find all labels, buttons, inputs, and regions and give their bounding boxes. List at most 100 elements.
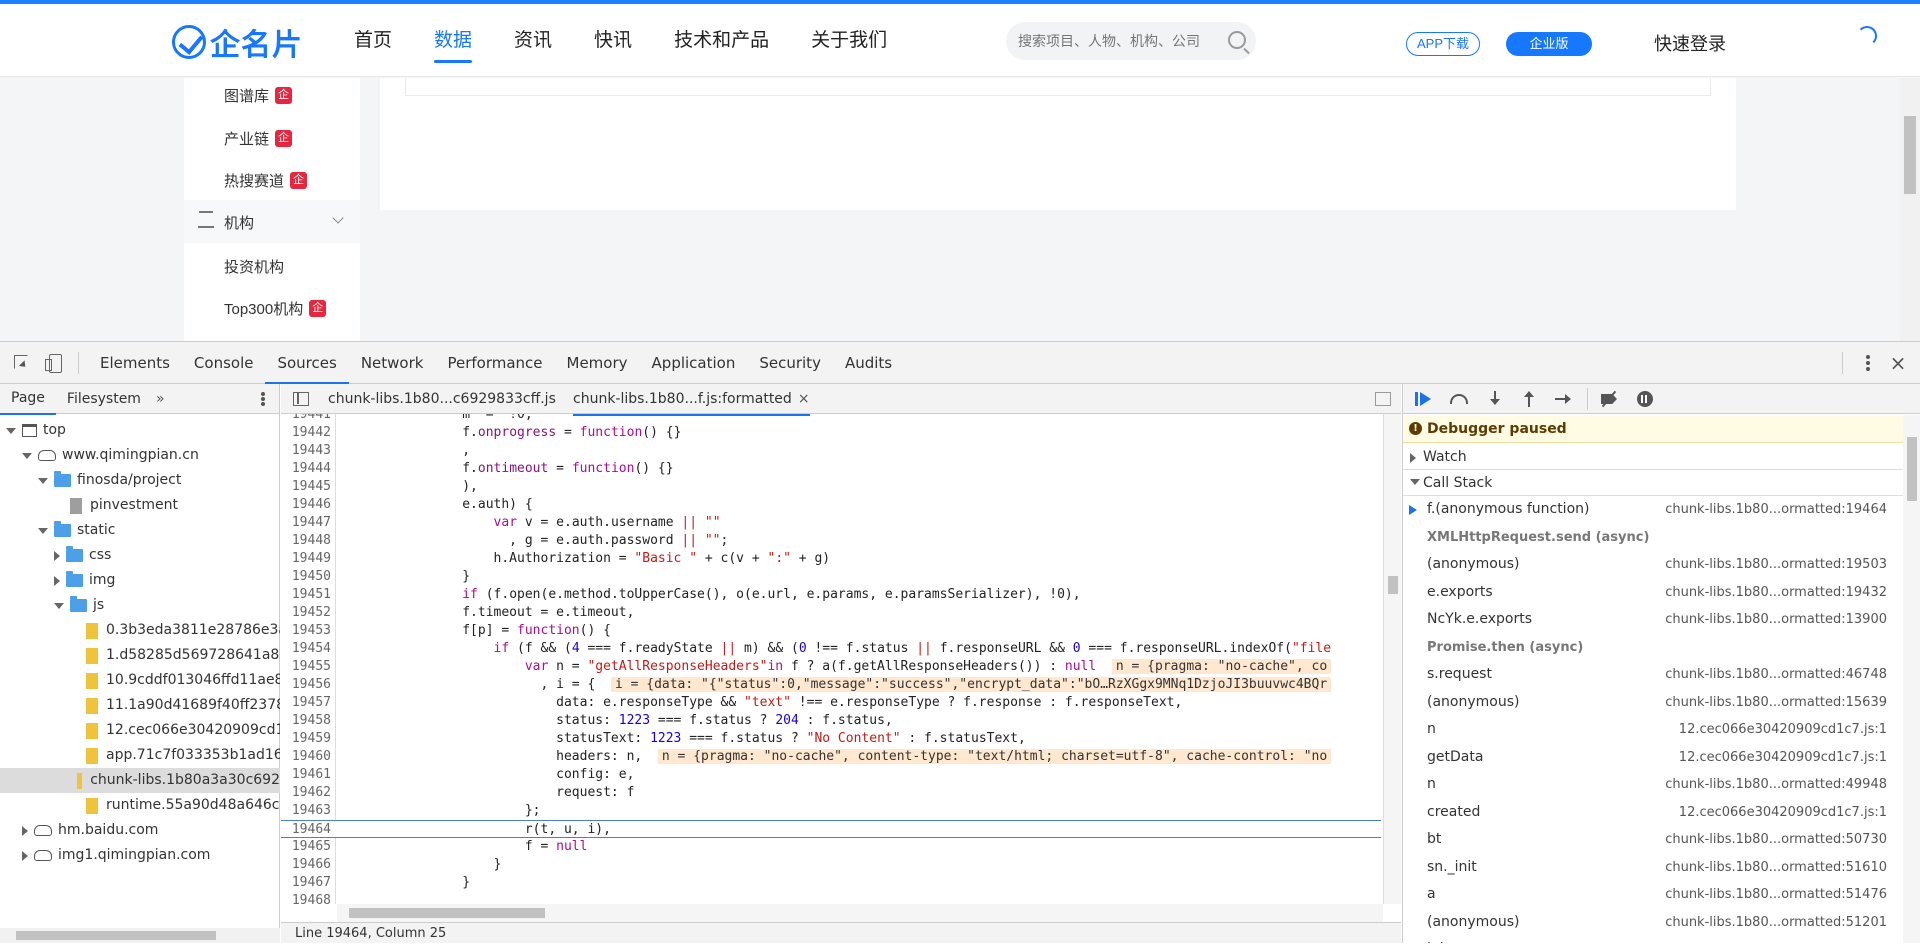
disclosure-triangle-icon[interactable] <box>22 825 28 836</box>
line-number[interactable]: 19445 <box>281 478 331 496</box>
tab-network[interactable]: Network <box>349 342 436 384</box>
line-number[interactable]: 19452 <box>281 604 331 622</box>
code-line[interactable]: 19458 status: 1223 === f.status ? 204 : … <box>281 712 1381 730</box>
line-number[interactable]: 19459 <box>281 730 331 748</box>
tree-item[interactable]: img1.qimingpian.com <box>22 843 210 868</box>
call-frame[interactable]: n chunk-libs.1b80...ormatted:49948 <box>1403 771 1903 798</box>
nav-item-2[interactable]: 资讯 <box>514 4 552 77</box>
tree-item[interactable]: css <box>54 543 111 568</box>
call-frame[interactable]: e.exports chunk-libs.1b80...ormatted:1943… <box>1403 579 1903 606</box>
tab-memory[interactable]: Memory <box>555 342 640 384</box>
tree-item[interactable]: pinvestment <box>54 493 178 518</box>
disclosure-triangle-icon[interactable] <box>6 427 16 434</box>
tree-item[interactable]: finosda/project <box>38 468 181 493</box>
frame-location-link[interactable]: chunk-libs.1b80...ormatted:15639 <box>1665 689 1887 716</box>
code-line[interactable]: 19444 f.ontimeout = function() {} <box>281 460 1381 478</box>
page-scrollbar[interactable] <box>1900 78 1920 341</box>
frame-location-link[interactable]: 12.cec066e30420909cd1c7.js:1 <box>1679 744 1887 771</box>
line-number[interactable]: 19453 <box>281 622 331 640</box>
navigator-menu-icon[interactable] <box>261 392 265 396</box>
code-line[interactable]: 19455 var n = "getAllResponseHeaders"in … <box>281 658 1381 676</box>
tab-security[interactable]: Security <box>747 342 833 384</box>
search-input[interactable] <box>1018 33 1218 49</box>
nav-item-5[interactable]: 关于我们 <box>811 4 887 77</box>
site-logo[interactable]: 企名片 <box>172 22 303 62</box>
tree-item[interactable]: 0.3b3eda3811e28786e3a6 <box>70 618 280 643</box>
tree-item[interactable]: top <box>6 418 66 443</box>
tree-item[interactable]: chunk-libs.1b80a3a30c692 <box>0 768 280 793</box>
chevron-down-icon[interactable] <box>332 212 344 224</box>
line-number[interactable]: 19443 <box>281 442 331 460</box>
scrollbar-thumb[interactable] <box>349 908 545 918</box>
code-line[interactable]: 19446 e.auth) { <box>281 496 1381 514</box>
more-tabs-icon[interactable]: » <box>152 391 165 407</box>
call-frame[interactable]: NcYk.e.exports chunk-libs.1b80...ormatted… <box>1403 606 1903 633</box>
tree-item[interactable]: runtime.55a90d48a646c28 <box>70 793 280 818</box>
code-line[interactable]: 19460 headers: n, n = {pragma: "no-cache… <box>281 748 1381 766</box>
tab-filesystem[interactable]: Filesystem <box>56 384 152 414</box>
line-number[interactable]: 19463 <box>281 802 331 820</box>
code-line[interactable]: 19443 , <box>281 442 1381 460</box>
tree-item[interactable]: hm.baidu.com <box>22 818 158 843</box>
code-line[interactable]: 19459 statusText: 1223 === f.status ? "N… <box>281 730 1381 748</box>
code-line[interactable]: 19468 <box>281 892 1381 904</box>
menu-item-investment-institutions[interactable]: 投资机构 <box>224 256 284 277</box>
code-line[interactable]: 19450 } <box>281 568 1381 586</box>
line-number[interactable]: 19461 <box>281 766 331 784</box>
menu-item-graph-library[interactable]: 图谱库 企 <box>224 85 293 106</box>
code-line[interactable]: 19465 f = null <box>281 838 1381 856</box>
line-number[interactable]: 19467 <box>281 874 331 892</box>
call-frame[interactable]: (anonymous) chunk-libs.1b80...ormatted:19… <box>1403 551 1903 578</box>
frame-location-link[interactable]: chunk-libs.1b80...ormatted:19503 <box>1665 551 1887 578</box>
disclosure-triangle-icon[interactable] <box>22 850 28 861</box>
tab-audits[interactable]: Audits <box>833 342 904 384</box>
call-frame[interactable]: created 12.cec066e30420909cd1c7.js:1 <box>1403 799 1903 826</box>
code-line[interactable]: 19462 request: f <box>281 784 1381 802</box>
tab-console[interactable]: Console <box>182 342 266 384</box>
call-frame[interactable]: s.request chunk-libs.1b80...ormatted:4674… <box>1403 661 1903 688</box>
code-line[interactable]: 19449 h.Authorization = "Basic " + c(v +… <box>281 550 1381 568</box>
device-toolbar-icon[interactable] <box>44 353 64 373</box>
code-line[interactable]: 19448 , g = e.auth.password || ""; <box>281 532 1381 550</box>
line-number[interactable]: 19448 <box>281 532 331 550</box>
call-frame[interactable]: sn._init chunk-libs.1b80...ormatted:51610 <box>1403 854 1903 881</box>
editor-tab-formatted[interactable]: chunk-libs.1b80...f.js:formatted × <box>573 384 810 416</box>
line-number[interactable]: 19458 <box>281 712 331 730</box>
nav-item-1[interactable]: 数据 <box>434 4 473 77</box>
line-number[interactable]: 19455 <box>281 658 331 676</box>
code-line[interactable]: 19467 } <box>281 874 1381 892</box>
line-number[interactable]: 19460 <box>281 748 331 766</box>
code-horizontal-scrollbar[interactable] <box>337 904 1383 922</box>
line-number[interactable]: 19454 <box>281 640 331 658</box>
navigator-horizontal-scrollbar[interactable] <box>0 928 280 943</box>
frame-location-link[interactable]: chunk-libs.1b80...ormatted:51610 <box>1665 854 1887 881</box>
tab-performance[interactable]: Performance <box>435 342 554 384</box>
scrollbar-thumb[interactable] <box>1388 576 1398 594</box>
nav-item-4[interactable]: 技术和产品 <box>674 4 769 77</box>
watch-pane-header[interactable]: Watch <box>1403 444 1903 470</box>
enterprise-button[interactable]: 企业版 <box>1506 32 1592 56</box>
frame-location-link[interactable]: chunk-libs.1b80...ormatted:19432 <box>1665 579 1887 606</box>
tree-item[interactable]: img <box>54 568 115 593</box>
pause-on-exceptions-icon[interactable] <box>1637 391 1653 407</box>
frame-location-link[interactable]: chunk-libs.1b80...ormatted:46748 <box>1665 661 1887 688</box>
code-line[interactable]: 19441 m = !0, <box>281 414 1381 424</box>
frame-location-link[interactable]: 12.cec066e30420909cd1c7.js:1 <box>1679 716 1887 743</box>
scrollbar-thumb[interactable] <box>1907 437 1917 501</box>
search-icon[interactable] <box>1228 31 1246 49</box>
code-line[interactable]: 19442 f.onprogress = function() {} <box>281 424 1381 442</box>
quick-login-link[interactable]: 快速登录 <box>1654 30 1726 56</box>
menu-section-institutions[interactable]: 机构 <box>184 200 360 243</box>
tree-item[interactable]: 12.cec066e30420909cd1c7 <box>70 718 280 743</box>
code-line[interactable]: 19447 var v = e.auth.username || "" <box>281 514 1381 532</box>
scrollbar-thumb[interactable] <box>16 931 216 940</box>
inspect-element-icon[interactable] <box>12 353 32 373</box>
menu-item-top300[interactable]: Top300机构 企 <box>224 298 327 319</box>
frame-location-link[interactable]: chunk-libs.1b80...ormatted:51201 <box>1665 909 1887 936</box>
disclosure-triangle-icon[interactable] <box>38 527 48 534</box>
line-number[interactable]: 19446 <box>281 496 331 514</box>
tab-sources[interactable]: Sources <box>265 342 349 384</box>
disclosure-triangle-icon[interactable] <box>54 602 64 609</box>
call-frame[interactable]: f.(anonymous function) chunk-libs.1b80...… <box>1403 496 1903 523</box>
step-out-icon[interactable] <box>1521 391 1539 407</box>
